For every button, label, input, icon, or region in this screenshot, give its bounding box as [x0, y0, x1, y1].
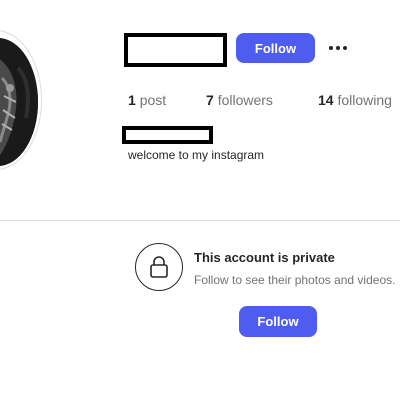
- lock-icon: [150, 256, 168, 278]
- private-account-title: This account is private: [194, 250, 335, 265]
- more-dot: [329, 46, 333, 50]
- more-dot: [343, 46, 347, 50]
- posts-label: post: [139, 92, 167, 108]
- bio-text: welcome to my instagram: [128, 148, 265, 162]
- divider: [0, 220, 400, 221]
- followers-count: 7: [206, 92, 214, 108]
- more-dot: [336, 46, 340, 50]
- following-label: following: [337, 92, 392, 108]
- stat-posts: 1 post: [128, 92, 166, 108]
- follow-button[interactable]: Follow: [236, 33, 315, 63]
- stat-followers[interactable]: 7 followers: [206, 92, 273, 108]
- username-redacted: [124, 33, 227, 67]
- full-name-redacted: [122, 126, 213, 144]
- lock-icon-circle: [135, 243, 183, 291]
- private-account-subtitle: Follow to see their photos and videos.: [194, 273, 396, 287]
- posts-count: 1: [128, 92, 136, 108]
- followers-label: followers: [217, 92, 273, 108]
- more-options-icon[interactable]: [326, 38, 350, 58]
- following-count: 14: [318, 92, 334, 108]
- stat-following[interactable]: 14 following: [318, 92, 392, 108]
- profile-page: Follow 1 post 7 followers 14 following w…: [0, 0, 400, 400]
- follow-button-main[interactable]: Follow: [239, 306, 317, 337]
